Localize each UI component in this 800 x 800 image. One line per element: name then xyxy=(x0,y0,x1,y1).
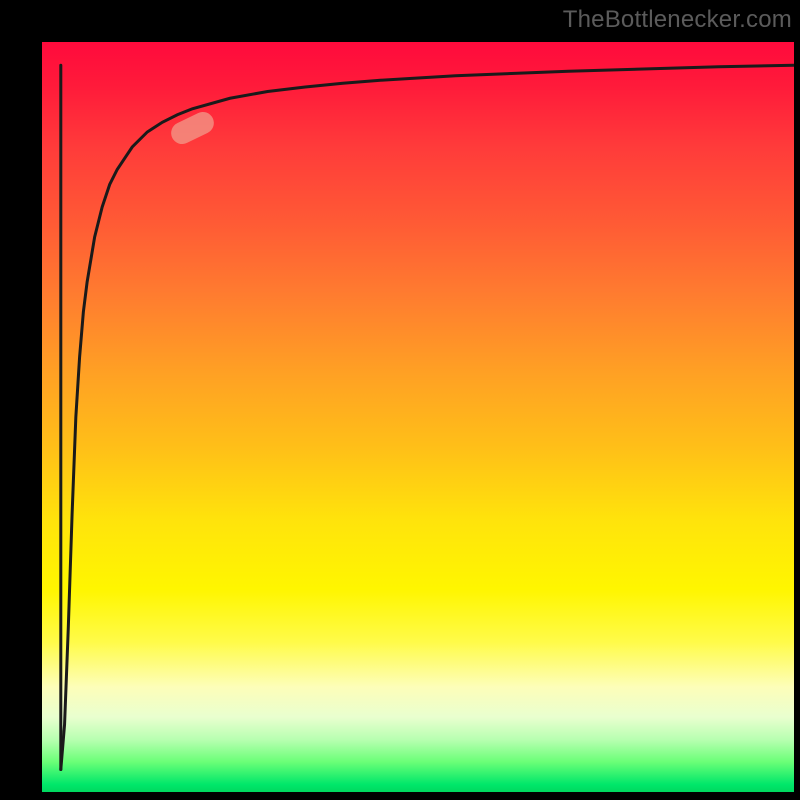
watermark-text: TheBottlenecker.com xyxy=(563,6,792,34)
plot-area xyxy=(42,42,794,792)
chart-stage: TheBottlenecker.com xyxy=(0,0,800,800)
